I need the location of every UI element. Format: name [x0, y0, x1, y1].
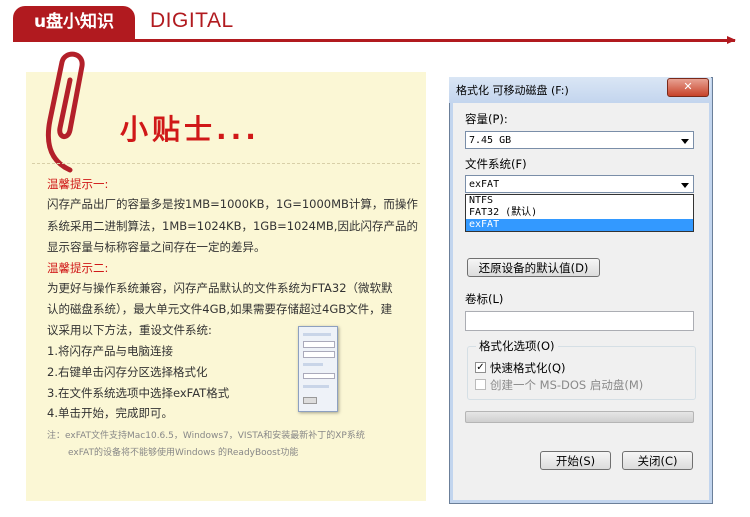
quick-format-checkbox[interactable]: ✓	[475, 362, 486, 373]
filesystem-option-ntfs[interactable]: NTFS	[466, 195, 693, 207]
tip2-heading: 温馨提示二:	[47, 261, 109, 275]
msdos-checkbox[interactable]	[475, 379, 486, 390]
msdos-label: 创建一个 MS-DOS 启动盘(M)	[490, 378, 644, 392]
filesystem-select[interactable]: exFAT	[465, 175, 694, 193]
dialog-close-button[interactable]: ✕	[667, 78, 709, 97]
tips-divider	[32, 163, 420, 164]
tip2-line: 认的磁盘系统），最大单元文件4GB,如果需要存储超过4GB文件，建	[47, 302, 393, 316]
filesystem-label: 文件系统(F)	[465, 157, 527, 171]
paperclip-icon	[45, 51, 85, 173]
step-item: 4.单击开始，完成即可。	[47, 406, 173, 420]
checkmark-icon: ✓	[476, 362, 485, 373]
start-button[interactable]: 开始(S)	[540, 451, 611, 470]
tip2-line: 议采用以下方法，重设文件系统:	[47, 323, 212, 337]
filesystem-dropdown-list: NTFS FAT32 (默认) exFAT	[465, 194, 694, 232]
chevron-down-icon	[681, 183, 689, 188]
step-item: 1.将闪存产品与电脑连接	[47, 344, 173, 358]
footnote-line: exFAT的设备将不能够使用Windows 的ReadyBoost功能	[68, 448, 299, 458]
step-item: 2.右键单击闪存分区选择格式化	[47, 365, 208, 379]
close-button[interactable]: 关闭(C)	[622, 451, 693, 470]
format-progress-bar	[465, 411, 694, 423]
tips-title: 小贴士...	[120, 113, 260, 146]
capacity-value: 7.45 GB	[469, 135, 512, 146]
chevron-down-icon	[681, 139, 689, 144]
tip2-line: 为更好与操作系统兼容，闪存产品默认的文件系统为FTA32（微软默	[47, 281, 393, 295]
tip1-line: 闪存产品出厂的容量多是按1MB=1000KB，1G=1000MB计算，而操作	[47, 197, 418, 211]
header-rule-tip	[727, 36, 736, 44]
volume-label: 卷标(L)	[465, 292, 504, 306]
header-subtitle: DIGITAL	[150, 9, 234, 32]
footnote-line: 注：exFAT文件支持Mac10.6.5，Windows7，VISTA和安装最新…	[47, 431, 365, 441]
header-rule	[13, 39, 735, 42]
capacity-label: 容量(P):	[465, 112, 508, 126]
restore-defaults-button[interactable]: 还原设备的默认值(D)	[467, 258, 600, 277]
filesystem-option-exfat[interactable]: exFAT	[466, 219, 693, 231]
quick-format-label: 快速格式化(Q)	[490, 361, 566, 375]
step-item: 3.在文件系统选项中选择exFAT格式	[47, 386, 230, 400]
tip1-heading: 温馨提示一:	[47, 177, 109, 191]
filesystem-value: exFAT	[469, 179, 500, 190]
format-dialog-thumbnail	[298, 326, 338, 412]
volume-input[interactable]	[465, 311, 694, 331]
header-tab: u盘小知识	[13, 6, 135, 39]
filesystem-option-fat32[interactable]: FAT32 (默认)	[466, 207, 693, 219]
format-options-label: 格式化选项(O)	[476, 338, 558, 354]
capacity-select[interactable]: 7.45 GB	[465, 131, 694, 149]
dialog-title: 格式化 可移动磁盘 (F:)	[456, 84, 569, 97]
tip1-line: 显示容量与标称容量之间存在一定的差异。	[47, 240, 266, 254]
tip1-line: 系统采用二进制算法，1MB=1024KB，1GB=1024MB,因此闪存产品的	[47, 219, 418, 233]
